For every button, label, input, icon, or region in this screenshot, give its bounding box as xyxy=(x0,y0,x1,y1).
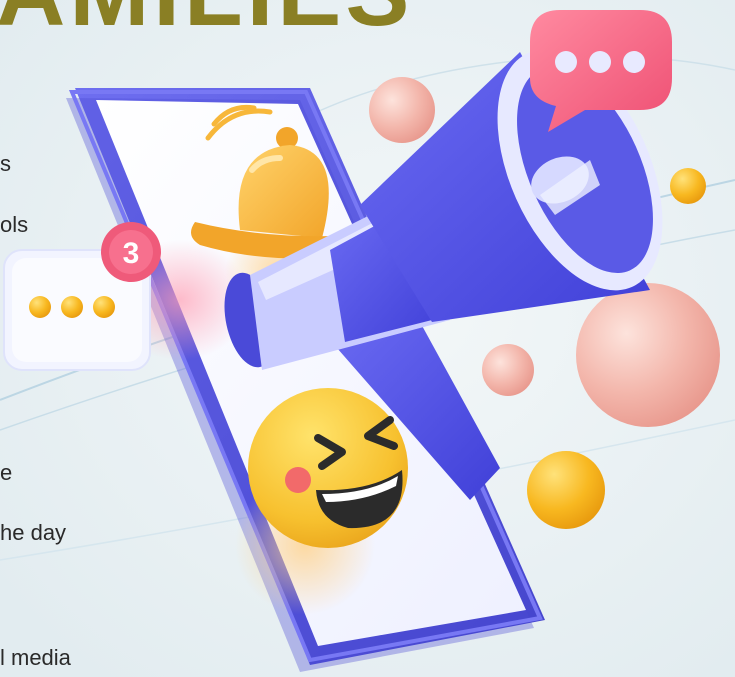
decorative-sphere xyxy=(369,77,435,143)
marketing-illustration: 3 xyxy=(3,10,720,672)
notification-badge: 3 xyxy=(101,222,161,282)
decorative-sphere xyxy=(527,451,605,529)
decorative-sphere xyxy=(576,283,720,427)
laughing-emoji-icon xyxy=(248,388,408,548)
badge-count: 3 xyxy=(123,237,140,270)
decorative-sphere xyxy=(482,344,534,396)
decorative-sphere xyxy=(670,168,706,204)
